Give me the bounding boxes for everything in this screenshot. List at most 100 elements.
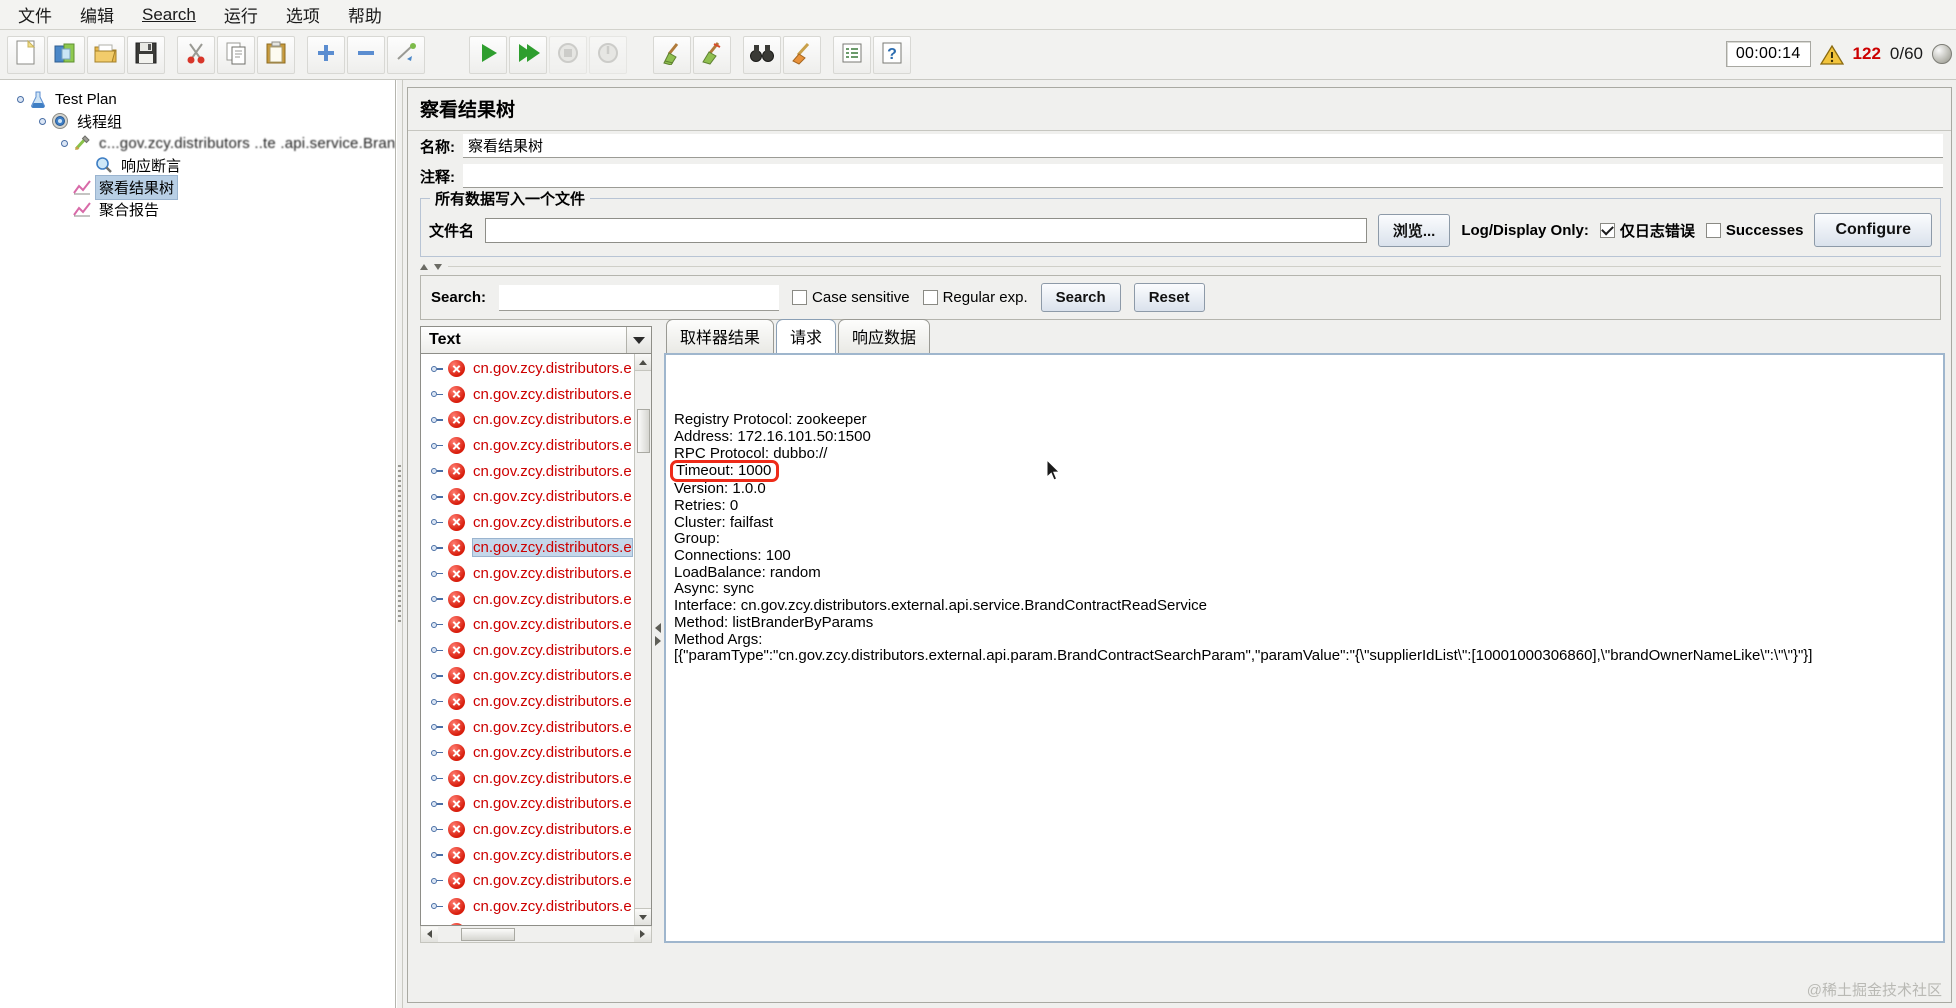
menu-help[interactable]: 帮助	[336, 0, 394, 30]
row-handle-icon[interactable]	[431, 852, 445, 859]
scroll-up-button[interactable]	[634, 354, 651, 371]
request-detail-text[interactable]: Registry Protocol: zookeeper Address: 172…	[664, 353, 1945, 943]
collapse-button[interactable]	[347, 35, 385, 74]
start-no-pause-button[interactable]	[509, 35, 547, 74]
filename-input[interactable]	[485, 217, 1367, 243]
sample-result-row[interactable]: cn.gov.zcy.distributors.e	[421, 868, 634, 894]
row-handle-icon[interactable]	[431, 647, 445, 654]
split-divider[interactable]	[396, 80, 403, 1008]
sample-result-row[interactable]: cn.gov.zcy.distributors.e	[421, 612, 634, 638]
clear-all-button[interactable]	[693, 35, 731, 74]
function-helper-button[interactable]	[833, 35, 871, 74]
tree-node-test-plan[interactable]: Test Plan	[8, 88, 395, 110]
row-handle-icon[interactable]	[431, 826, 445, 833]
tree-node-view-results-tree[interactable]: 察看结果树	[8, 174, 395, 200]
templates-button[interactable]	[47, 35, 85, 74]
sample-result-row[interactable]: cn.gov.zcy.distributors.e	[421, 484, 634, 510]
sample-result-row[interactable]: cn.gov.zcy.distributors.e	[421, 458, 634, 484]
collapse-left-arrow-icon[interactable]	[655, 623, 661, 633]
row-handle-icon[interactable]	[431, 442, 445, 449]
tree-node-response-assertion[interactable]: 响应断言	[8, 154, 395, 176]
tab-response-data[interactable]: 响应数据	[838, 319, 931, 353]
sample-result-row[interactable]: cn.gov.zcy.distributors.e	[421, 433, 634, 459]
renderer-select[interactable]: Text	[420, 326, 652, 354]
sample-result-row[interactable]: cn.gov.zcy.distributors.e	[421, 663, 634, 689]
row-handle-icon[interactable]	[431, 391, 445, 398]
reset-search-button[interactable]	[783, 35, 821, 74]
name-input[interactable]	[463, 134, 1943, 158]
sample-result-row[interactable]: cn.gov.zcy.distributors.e	[421, 510, 634, 536]
checkbox-box-icon[interactable]	[1599, 222, 1615, 238]
shutdown-button[interactable]	[589, 35, 627, 74]
menu-search[interactable]: Search	[130, 2, 208, 28]
save-button[interactable]	[127, 35, 165, 74]
sample-result-row[interactable]: cn.gov.zcy.distributors.e	[421, 356, 634, 382]
row-handle-icon[interactable]	[431, 519, 445, 526]
scroll-thumb[interactable]	[637, 409, 650, 453]
sample-result-row[interactable]: cn.gov.zcy.distributors.e	[421, 919, 634, 925]
split-up-arrow-icon[interactable]	[420, 263, 428, 270]
clear-button[interactable]	[653, 35, 691, 74]
row-handle-icon[interactable]	[431, 698, 445, 705]
search-reset-button[interactable]: Reset	[1133, 283, 1205, 312]
tab-sampler-result[interactable]: 取样器结果	[666, 319, 775, 353]
results-detail-divider[interactable]	[652, 326, 664, 943]
new-button[interactable]	[7, 35, 45, 74]
paste-button[interactable]	[257, 35, 295, 74]
menu-run[interactable]: 运行	[212, 0, 270, 30]
sample-result-row[interactable]: cn.gov.zcy.distributors.e	[421, 842, 634, 868]
sample-result-row[interactable]: cn.gov.zcy.distributors.e	[421, 561, 634, 587]
chevron-down-icon[interactable]	[626, 327, 651, 353]
row-handle-icon[interactable]	[431, 468, 445, 475]
scroll-left-button[interactable]	[421, 926, 438, 942]
sample-result-row[interactable]: cn.gov.zcy.distributors.e	[421, 382, 634, 408]
row-handle-icon[interactable]	[431, 775, 445, 782]
configure-button[interactable]: Configure	[1814, 213, 1932, 247]
row-handle-icon[interactable]	[431, 416, 445, 423]
hscroll-thumb[interactable]	[461, 927, 515, 941]
cut-button[interactable]	[177, 35, 215, 74]
scroll-right-button[interactable]	[634, 926, 651, 942]
toggle-button[interactable]	[387, 35, 425, 74]
expand-handle-icon[interactable]	[12, 91, 28, 107]
sample-result-row[interactable]: cn.gov.zcy.distributors.e	[421, 766, 634, 792]
start-button[interactable]	[469, 35, 507, 74]
comment-input[interactable]	[463, 164, 1943, 188]
search-input[interactable]	[499, 284, 780, 311]
row-handle-icon[interactable]	[431, 621, 445, 628]
sample-result-row[interactable]: cn.gov.zcy.distributors.e	[421, 893, 634, 919]
search-submit-button[interactable]: Search	[1040, 283, 1121, 312]
row-handle-icon[interactable]	[431, 800, 445, 807]
expand-handle-icon[interactable]	[56, 135, 72, 151]
row-handle-icon[interactable]	[431, 493, 445, 500]
row-handle-icon[interactable]	[431, 877, 445, 884]
inner-split-divider[interactable]	[420, 261, 1941, 272]
row-handle-icon[interactable]	[431, 724, 445, 731]
tree-node-aggregate-report[interactable]: 聚合报告	[8, 198, 395, 220]
case-sensitive-checkbox[interactable]: Case sensitive	[792, 289, 910, 306]
menu-edit[interactable]: 编辑	[68, 0, 126, 30]
stop-button[interactable]	[549, 35, 587, 74]
sample-result-row[interactable]: cn.gov.zcy.distributors.e	[421, 689, 634, 715]
sample-result-row[interactable]: cn.gov.zcy.distributors.e	[421, 586, 634, 612]
row-handle-icon[interactable]	[431, 544, 445, 551]
row-handle-icon[interactable]	[431, 596, 445, 603]
checkbox-box-icon[interactable]	[792, 290, 808, 305]
row-handle-icon[interactable]	[431, 903, 445, 910]
errors-only-checkbox[interactable]: 仅日志错误	[1599, 220, 1695, 241]
expand-handle-icon[interactable]	[34, 113, 50, 129]
row-handle-icon[interactable]	[431, 570, 445, 577]
successes-checkbox[interactable]: Successes	[1705, 222, 1803, 239]
search-button[interactable]	[743, 35, 781, 74]
row-handle-icon[interactable]	[431, 749, 445, 756]
tree-node-dubbo-sampler[interactable]: c...gov.zcy.distributors ..te .api.servi…	[8, 132, 395, 154]
checkbox-box-icon[interactable]	[922, 290, 938, 305]
sample-result-row[interactable]: cn.gov.zcy.distributors.e	[421, 740, 634, 766]
help-button[interactable]: ?	[873, 35, 911, 74]
sample-result-row[interactable]: cn.gov.zcy.distributors.e	[421, 791, 634, 817]
expand-button[interactable]	[307, 35, 345, 74]
row-handle-icon[interactable]	[431, 365, 445, 372]
scroll-down-button[interactable]	[634, 908, 651, 925]
tree-node-thread-group[interactable]: 线程组	[8, 110, 395, 132]
browse-button[interactable]: 浏览...	[1377, 213, 1451, 247]
